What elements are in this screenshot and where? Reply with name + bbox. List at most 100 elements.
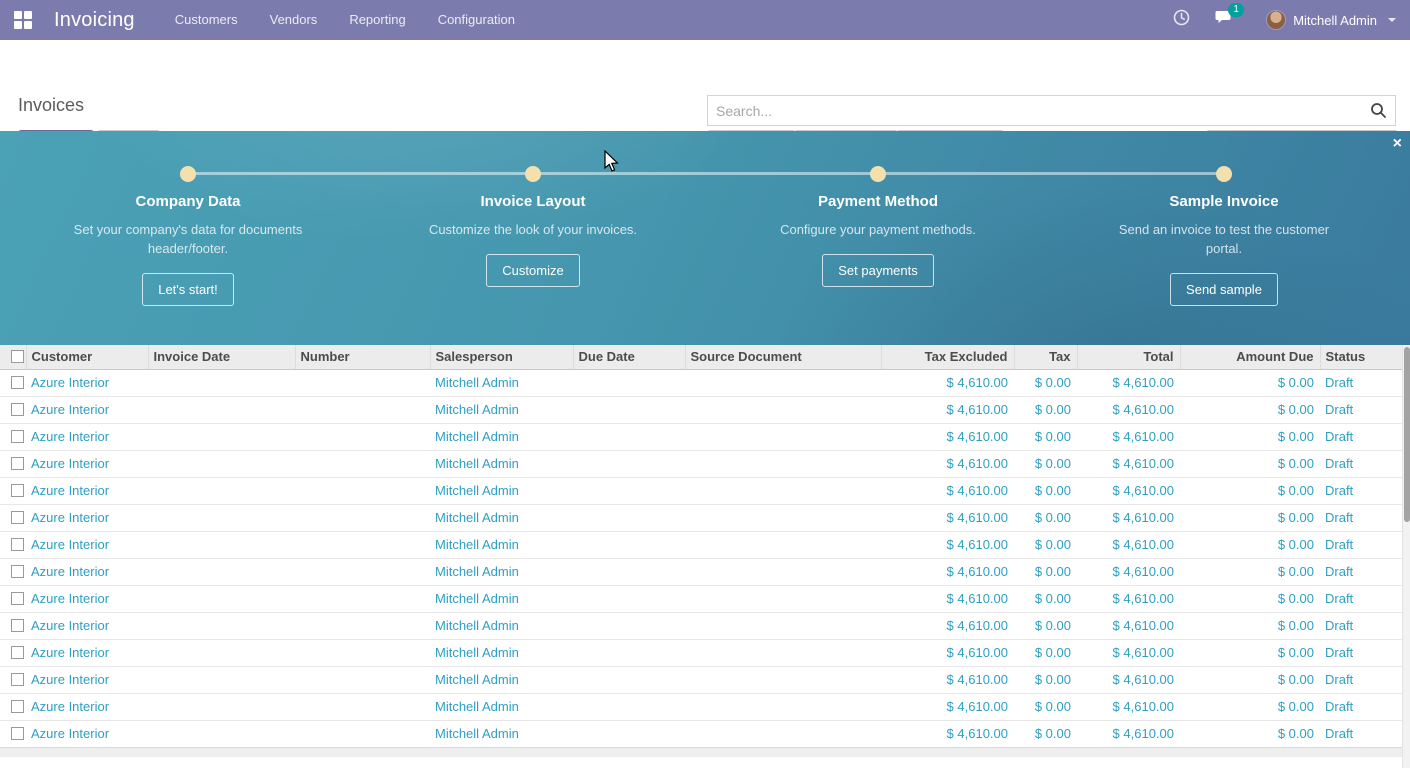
cell-status[interactable]: Draft <box>1320 639 1402 666</box>
cell-salesperson[interactable]: Mitchell Admin <box>430 585 573 612</box>
table-row[interactable]: Azure InteriorMitchell Admin$ 4,610.00$ … <box>0 639 1402 666</box>
cell-invoice_date[interactable] <box>148 450 295 477</box>
cell-tax[interactable]: $ 0.00 <box>1014 369 1077 396</box>
cell-due_date[interactable] <box>573 423 685 450</box>
cell-tax_excluded[interactable]: $ 4,610.00 <box>881 369 1014 396</box>
cell-source_document[interactable] <box>685 369 881 396</box>
cell-source_document[interactable] <box>685 504 881 531</box>
cell-total[interactable]: $ 4,610.00 <box>1077 612 1180 639</box>
app-title[interactable]: Invoicing <box>54 9 135 32</box>
banner-close-icon[interactable]: × <box>1393 135 1402 153</box>
table-row[interactable]: Azure InteriorMitchell Admin$ 4,610.00$ … <box>0 369 1402 396</box>
row-checkbox[interactable] <box>11 700 24 713</box>
cell-customer[interactable]: Azure Interior <box>26 612 148 639</box>
cell-number[interactable] <box>295 396 430 423</box>
cell-status[interactable]: Draft <box>1320 477 1402 504</box>
cell-source_document[interactable] <box>685 666 881 693</box>
cell-number[interactable] <box>295 504 430 531</box>
table-row[interactable]: Azure InteriorMitchell Admin$ 4,610.00$ … <box>0 666 1402 693</box>
column-header-status[interactable]: Status <box>1320 345 1402 369</box>
cell-amount_due[interactable]: $ 0.00 <box>1180 531 1320 558</box>
cell-source_document[interactable] <box>685 639 881 666</box>
table-row[interactable]: Azure InteriorMitchell Admin$ 4,610.00$ … <box>0 693 1402 720</box>
row-checkbox[interactable] <box>11 457 24 470</box>
cell-salesperson[interactable]: Mitchell Admin <box>430 369 573 396</box>
column-header-tax_excluded[interactable]: Tax Excluded <box>881 345 1014 369</box>
cell-invoice_date[interactable] <box>148 639 295 666</box>
cell-invoice_date[interactable] <box>148 477 295 504</box>
cell-amount_due[interactable]: $ 0.00 <box>1180 504 1320 531</box>
cell-number[interactable] <box>295 639 430 666</box>
cell-due_date[interactable] <box>573 396 685 423</box>
table-row[interactable]: Azure InteriorMitchell Admin$ 4,610.00$ … <box>0 396 1402 423</box>
table-row[interactable]: Azure InteriorMitchell Admin$ 4,610.00$ … <box>0 450 1402 477</box>
column-header-due_date[interactable]: Due Date <box>573 345 685 369</box>
vertical-scrollbar[interactable] <box>1402 345 1410 768</box>
cell-customer[interactable]: Azure Interior <box>26 639 148 666</box>
cell-tax[interactable]: $ 0.00 <box>1014 720 1077 747</box>
row-checkbox[interactable] <box>11 646 24 659</box>
cell-salesperson[interactable]: Mitchell Admin <box>430 639 573 666</box>
customize-button[interactable]: Customize <box>486 254 579 287</box>
cell-due_date[interactable] <box>573 720 685 747</box>
cell-number[interactable] <box>295 693 430 720</box>
cell-salesperson[interactable]: Mitchell Admin <box>430 423 573 450</box>
cell-due_date[interactable] <box>573 666 685 693</box>
cell-amount_due[interactable]: $ 0.00 <box>1180 558 1320 585</box>
table-row[interactable]: Azure Interior Mitchell Admin $ 4,610.00$ … <box>0 612 1402 639</box>
cell-salesperson[interactable]: Mitchell Admin <box>430 504 573 531</box>
cell-customer[interactable]: Azure Interior <box>26 369 148 396</box>
column-header-total[interactable]: Total <box>1077 345 1180 369</box>
cell-customer[interactable]: Azure Interior <box>26 450 148 477</box>
cell-tax_excluded[interactable]: $ 4,610.00 <box>881 450 1014 477</box>
cell-source_document[interactable] <box>685 531 881 558</box>
cell-amount_due[interactable]: $ 0.00 <box>1180 369 1320 396</box>
cell-status[interactable]: Draft <box>1320 531 1402 558</box>
cell-tax_excluded[interactable]: $ 4,610.00 <box>881 558 1014 585</box>
cell-tax[interactable]: $ 0.00 <box>1014 585 1077 612</box>
user-menu[interactable]: Mitchell Admin <box>1252 10 1396 30</box>
messages-icon[interactable]: 1 <box>1208 9 1242 31</box>
cell-salesperson[interactable]: Mitchell Admin <box>430 612 573 639</box>
cell-total[interactable]: $ 4,610.00 <box>1077 450 1180 477</box>
cell-source_document[interactable] <box>685 450 881 477</box>
cell-status[interactable]: Draft <box>1320 504 1402 531</box>
cell-customer[interactable]: Azure Interior <box>26 504 148 531</box>
cell-status[interactable]: Draft <box>1320 558 1402 585</box>
table-row[interactable]: Azure InteriorMitchell Admin$ 4,610.00$ … <box>0 585 1402 612</box>
cell-total[interactable]: $ 4,610.00 <box>1077 396 1180 423</box>
cell-source_document[interactable] <box>685 558 881 585</box>
cell-amount_due[interactable]: $ 0.00 <box>1180 693 1320 720</box>
cell-status[interactable]: Draft <box>1320 666 1402 693</box>
search-icon[interactable] <box>1362 102 1395 119</box>
cell-due_date[interactable] <box>573 450 685 477</box>
cell-tax_excluded[interactable]: $ 4,610.00 <box>881 531 1014 558</box>
cell-tax_excluded[interactable]: $ 4,610.00 <box>881 720 1014 747</box>
search-input[interactable] <box>708 103 1362 119</box>
cell-status[interactable]: Draft <box>1320 693 1402 720</box>
cell-invoice_date[interactable] <box>148 720 295 747</box>
row-checkbox[interactable] <box>11 619 24 632</box>
cell-total[interactable]: $ 4,610.00 <box>1077 423 1180 450</box>
cell-source_document[interactable] <box>685 423 881 450</box>
cell-tax[interactable]: $ 0.00 <box>1014 666 1077 693</box>
cell-amount_due[interactable]: $ 0.00 <box>1180 477 1320 504</box>
cell-total[interactable]: $ 4,610.00 <box>1077 693 1180 720</box>
cell-amount_due[interactable]: $ 0.00 <box>1180 423 1320 450</box>
scrollbar-thumb[interactable] <box>1404 347 1410 522</box>
cell-tax_excluded[interactable]: $ 4,610.00 <box>881 693 1014 720</box>
cell-total[interactable]: $ 4,610.00 <box>1077 558 1180 585</box>
table-row[interactable]: Azure InteriorMitchell Admin$ 4,610.00$ … <box>0 477 1402 504</box>
cell-amount_due[interactable]: $ 0.00 <box>1180 666 1320 693</box>
cell-amount_due[interactable]: $ 0.00 <box>1180 585 1320 612</box>
cell-number[interactable] <box>295 585 430 612</box>
cell-status[interactable]: Draft <box>1320 585 1402 612</box>
cell-tax[interactable]: $ 0.00 <box>1014 558 1077 585</box>
cell-amount_due[interactable]: $ 0.00 <box>1180 612 1320 639</box>
send-sample-button[interactable]: Send sample <box>1170 273 1278 306</box>
cell-number[interactable] <box>295 558 430 585</box>
cell-tax[interactable]: $ 0.00 <box>1014 477 1077 504</box>
cell-due_date[interactable] <box>573 585 685 612</box>
cell-total[interactable]: $ 4,610.00 <box>1077 585 1180 612</box>
column-header-number[interactable]: Number <box>295 345 430 369</box>
